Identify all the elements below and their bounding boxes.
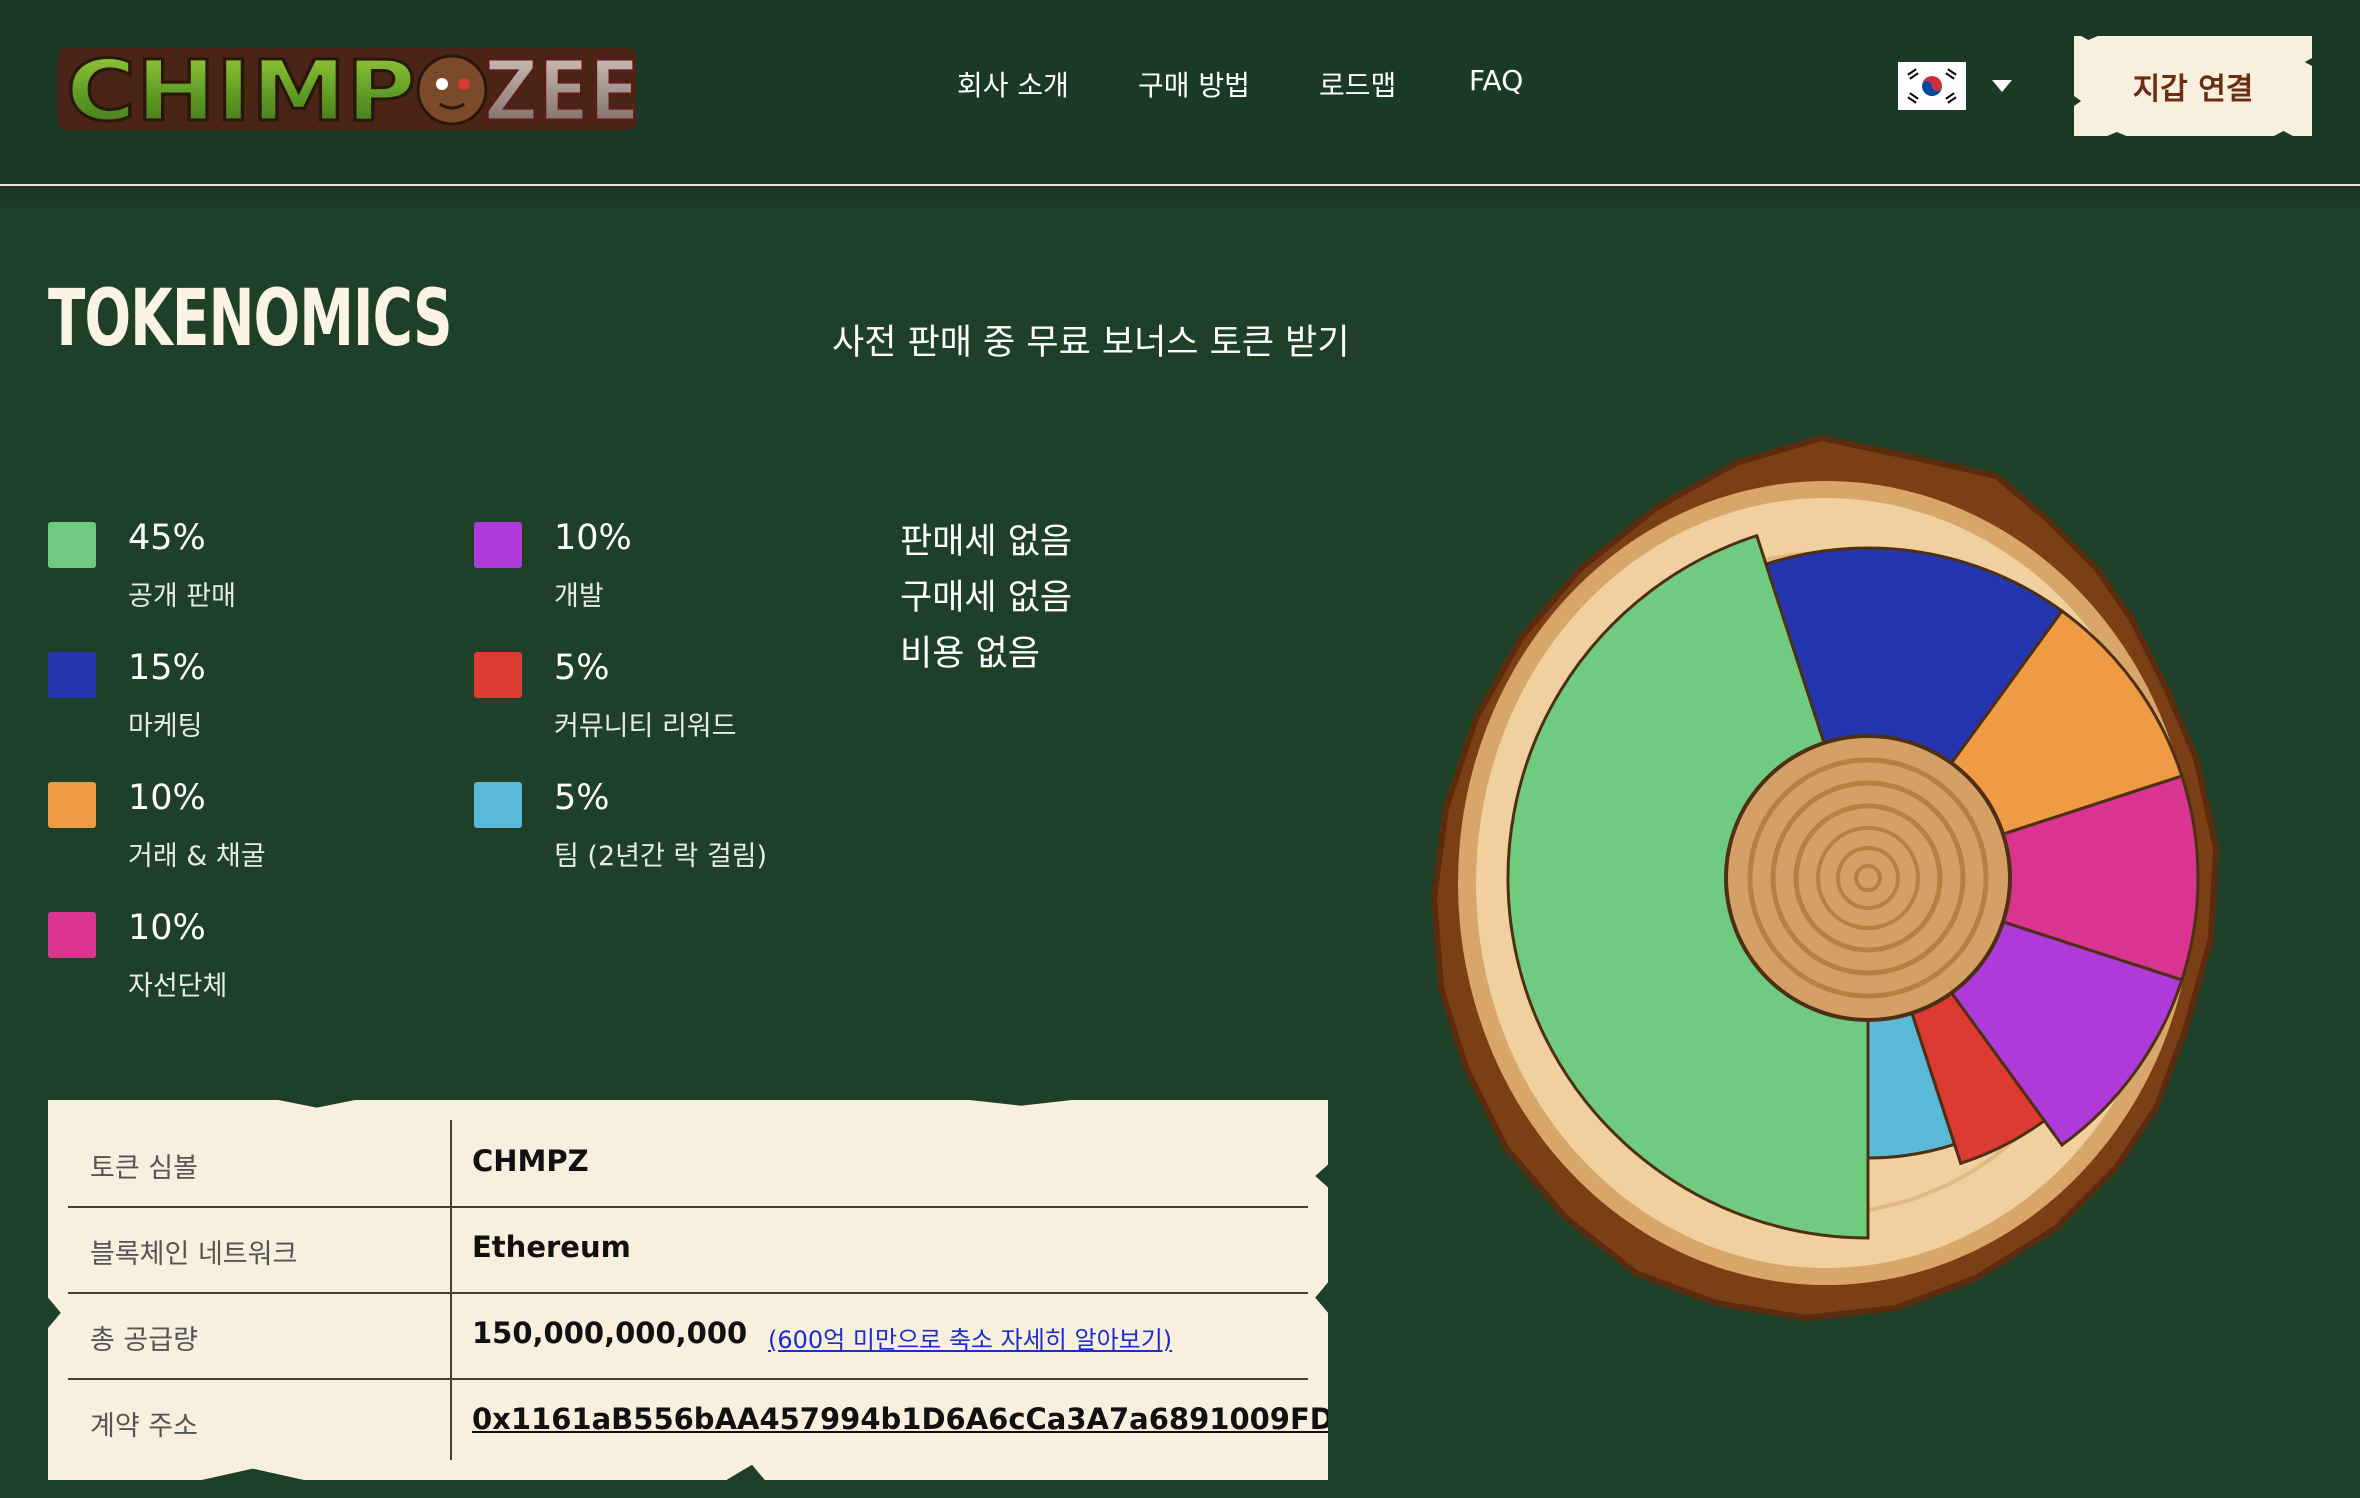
legend-swatch [474, 522, 522, 568]
legend-percent: 15% [128, 648, 206, 688]
svg-text:CHIMP: CHIMP [66, 42, 416, 140]
legend-label: 마케팅 [128, 711, 203, 742]
legend-item-public-sale: 45% 공개 판매 [48, 518, 448, 628]
table-row: 계약 주소 0x1161aB556bAA457994b1D6A6cCa3A7a6… [68, 1378, 1328, 1464]
tokenomics-pie-chart [1430, 434, 2220, 1322]
table-row: 토큰 심볼 CHMPZ [68, 1120, 1308, 1206]
legend-label: 자선단체 [128, 971, 228, 1002]
legend-item-community-rewards: 5% 커뮤니티 리워드 [474, 648, 874, 758]
site-header: CHIMP ZEE 회사 소개 구매 방법 로드맵 FAQ 지갑 연결 [0, 0, 2360, 184]
contract-address-link[interactable]: 0x1161aB556bAA457994b1D6A6cCa3A7a6891009… [472, 1402, 1328, 1436]
legend-label: 거래 & 채굴 [128, 841, 266, 872]
note-no-buy-tax: 구매세 없음 [900, 578, 1073, 618]
svg-text:ZEE: ZEE [484, 42, 640, 140]
section-subtitle: 사전 판매 중 무료 보너스 토큰 받기 [832, 323, 1350, 363]
note-no-sell-tax: 판매세 없음 [900, 522, 1073, 562]
legend-percent: 45% [128, 518, 206, 558]
table-row: 총 공급량 150,000,000,000 (600억 미만으로 축소 자세히 … [68, 1292, 1308, 1378]
connect-wallet-button[interactable]: 지갑 연결 [2074, 36, 2312, 136]
table-row: 블록체인 네트워크 Ethereum [68, 1206, 1308, 1292]
legend-percent: 10% [128, 778, 206, 818]
legend-item-trading-mining: 10% 거래 & 채굴 [48, 778, 448, 888]
supply-reduction-link[interactable]: (600억 미만으로 축소 자세히 알아보기) [768, 1320, 1172, 1355]
legend-swatch [48, 522, 96, 568]
legend-label: 팀 (2년간 락 걸림) [554, 841, 768, 872]
legend-swatch [48, 652, 96, 698]
legend-label: 개발 [554, 581, 604, 612]
legend-item-charity: 10% 자선단체 [48, 908, 448, 1018]
tax-notes: 판매세 없음 구매세 없음 비용 없음 [900, 514, 1072, 682]
legend-percent: 10% [554, 518, 632, 558]
network-value: Ethereum [472, 1230, 631, 1264]
legend-item-marketing: 15% 마케팅 [48, 648, 448, 758]
legend-percent: 5% [554, 648, 610, 688]
nav-about[interactable]: 회사 소개 [957, 64, 1069, 104]
section-title: TOKENOMICS [48, 274, 453, 364]
language-selector[interactable] [1898, 62, 2014, 110]
legend-percent: 5% [554, 778, 610, 818]
legend-item-development: 10% 개발 [474, 518, 874, 628]
legend-swatch [474, 652, 522, 698]
legend-swatch [474, 782, 522, 828]
legend-label: 커뮤니티 리워드 [554, 711, 737, 742]
token-symbol-value: CHMPZ [472, 1144, 589, 1178]
legend-percent: 10% [128, 908, 206, 948]
total-supply-value: 150,000,000,000 [472, 1316, 748, 1350]
chevron-down-icon [1992, 80, 2012, 92]
legend-swatch [48, 912, 96, 958]
legend-label: 공개 판매 [128, 581, 236, 612]
row-key: 블록체인 네트워크 [90, 1239, 298, 1270]
legend-swatch [48, 782, 96, 828]
header-shadow [0, 186, 2360, 220]
row-key: 토큰 심볼 [90, 1153, 198, 1184]
nav-roadmap[interactable]: 로드맵 [1319, 64, 1396, 104]
row-key: 계약 주소 [90, 1411, 198, 1442]
core-ring [1724, 734, 2012, 1022]
row-key: 총 공급량 [90, 1325, 198, 1356]
nav-how-to-buy[interactable]: 구매 방법 [1138, 64, 1250, 104]
token-info-table: 토큰 심볼 CHMPZ 블록체인 네트워크 Ethereum 총 공급량 150… [48, 1100, 1328, 1480]
korea-flag-icon [1898, 62, 1966, 110]
chimpzee-logo[interactable]: CHIMP ZEE [52, 34, 648, 142]
legend-item-team: 5% 팀 (2년간 락 걸림) [474, 778, 874, 888]
note-no-fees: 비용 없음 [900, 634, 1040, 674]
nav-faq[interactable]: FAQ [1469, 64, 1523, 97]
